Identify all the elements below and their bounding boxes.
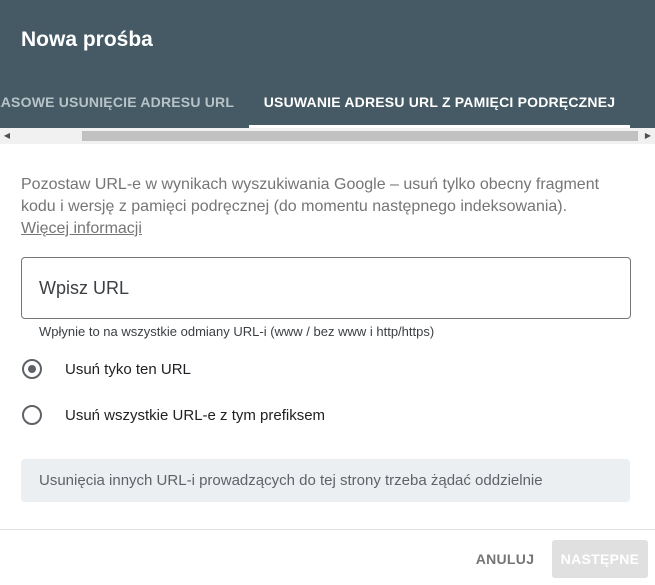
option-this-url-only-label: Usuń tyko ten URL [65,361,191,378]
scroll-left-arrow-icon[interactable]: ◀ [0,128,14,144]
url-input-field[interactable] [21,257,631,319]
footer-divider [0,529,655,530]
radio-checked-icon[interactable] [22,359,42,379]
url-input[interactable] [39,258,619,318]
url-input-hint: Wpłynie to na wszystkie odmiany URL-i (w… [39,324,435,339]
scroll-right-arrow-icon[interactable]: ▶ [641,128,655,144]
info-text: Usunięcia innych URL-i prowadzących do t… [39,472,543,489]
description-text: Pozostaw URL-e w wynikach wyszukiwania G… [21,176,600,215]
next-button[interactable]: NASTĘPNE [552,540,648,578]
tab-bar: ZASOWE USUNIĘCIE ADRESU URL USUWANIE ADR… [0,78,655,128]
info-box: Usunięcia innych URL-i prowadzących do t… [21,459,630,502]
radio-unchecked-icon[interactable] [22,405,42,425]
cancel-button[interactable]: ANULUJ [468,540,542,578]
radio-dot [28,365,36,373]
scrollbar-thumb[interactable] [82,131,638,141]
more-info-link[interactable]: Więcej informacji [21,218,142,240]
dialog-title: Nowa prośba [21,28,153,51]
option-url-prefix-label: Usuń wszystkie URL-e z tym prefiksem [65,407,326,424]
tab-scrollbar[interactable]: ◀ ▶ [0,128,655,144]
tab-clear-cached-url-label: USUWANIE ADRESU URL Z PAMIĘCI PODRĘCZNEJ [263,94,616,110]
tab-temporary-removal[interactable]: ZASOWE USUNIĘCIE ADRESU URL [0,78,234,126]
tab-clear-cached-url[interactable]: USUWANIE ADRESU URL Z PAMIĘCI PODRĘCZNEJ [249,78,630,128]
dialog-header: Nowa prośba ZASOWE USUNIĘCIE ADRESU URL … [0,0,655,128]
